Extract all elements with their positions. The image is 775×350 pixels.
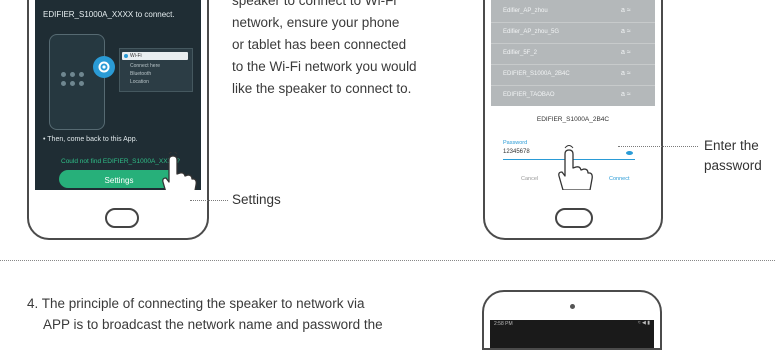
- password-callout-line: [618, 146, 698, 147]
- right-phone-home-button: [555, 208, 593, 228]
- wifi-network-row[interactable]: Edifier_5F_2 a ≈: [491, 44, 655, 65]
- step-4-line-2: APP is to broadcast the network name and…: [43, 317, 383, 332]
- instruction-line-2: network, ensure your phone: [232, 15, 400, 30]
- right-phone-illustration: Edifier_AP_zhou a ≈ Edifier_AP_zhou_5G a…: [483, 0, 663, 240]
- connect-button[interactable]: Connect: [609, 176, 630, 182]
- wifi-network-row[interactable]: EDIFIER_S1000A_2B4C a ≈: [491, 65, 655, 86]
- status-bar-time: 2:58 PM: [494, 321, 513, 327]
- password-callout-label: Enter the password: [704, 136, 762, 176]
- popup-item-location: Location: [130, 79, 149, 85]
- status-bar-icons: ≈ ◀ ▮: [637, 320, 650, 326]
- settings-callout-line: [190, 200, 228, 201]
- password-label: Password: [503, 140, 528, 146]
- left-phone-header-text: EDIFIER_S1000A_XXXX to connect.: [43, 10, 175, 19]
- step-4-line-1: 4. The principle of connecting the speak…: [27, 296, 365, 311]
- settings-button-label: Settings: [104, 176, 134, 185]
- inner-phone-icons: [61, 72, 91, 92]
- password-value: 12345678: [503, 149, 530, 155]
- tap-hand-icon: [162, 152, 197, 190]
- show-password-icon[interactable]: [626, 151, 633, 155]
- left-phone-illustration: EDIFIER_S1000A_XXXX to connect. Wi-Fi Co…: [27, 0, 209, 240]
- instruction-paragraph: speaker to connect to Wi-Fi network, ens…: [232, 0, 432, 100]
- step-4-paragraph: 4. The principle of connecting the speak…: [27, 293, 383, 335]
- popup-item-bluetooth: Bluetooth: [130, 71, 152, 77]
- instruction-line-5: like the speaker to connect to.: [232, 81, 412, 96]
- popup-item-wifi: Wi-Fi: [122, 52, 188, 60]
- password-callout-line-2: password: [704, 158, 762, 173]
- bottom-phone-screen: 2:58 PM ≈ ◀ ▮: [490, 320, 654, 348]
- popup-item-connect: Connect here: [130, 63, 161, 69]
- left-phone-home-button: [105, 208, 139, 228]
- instruction-line-3: or tablet has been connected: [232, 37, 407, 52]
- front-camera-dot: [570, 304, 575, 309]
- right-phone-screen: Edifier_AP_zhou a ≈ Edifier_AP_zhou_5G a…: [491, 0, 655, 190]
- section-divider: [0, 260, 775, 261]
- instruction-line-4: to the Wi-Fi network you would: [232, 59, 417, 74]
- tap-hand-icon: [558, 145, 593, 190]
- wifi-network-row[interactable]: Edifier_AP_zhou_5G a ≈: [491, 23, 655, 44]
- then-come-back-text: • Then, come back to this App.: [43, 136, 138, 143]
- instruction-line-1: speaker to connect to Wi-Fi: [232, 0, 397, 8]
- wifi-network-row[interactable]: EDIFIER_TAOBAO a ≈: [491, 86, 655, 106]
- gear-icon: [93, 56, 115, 78]
- settings-callout-label: Settings: [232, 192, 281, 207]
- wifi-settings-popup: Wi-Fi Connect here Bluetooth Location: [119, 48, 193, 92]
- password-callout-line-1: Enter the: [704, 138, 759, 153]
- dialog-title: EDIFIER_S1000A_2B4C: [536, 116, 610, 123]
- bottom-phone-illustration: 2:58 PM ≈ ◀ ▮: [482, 290, 662, 350]
- left-phone-screen: EDIFIER_S1000A_XXXX to connect. Wi-Fi Co…: [35, 0, 201, 190]
- wifi-network-row[interactable]: Edifier_AP_zhou a ≈: [491, 2, 655, 23]
- cancel-button[interactable]: Cancel: [521, 176, 538, 182]
